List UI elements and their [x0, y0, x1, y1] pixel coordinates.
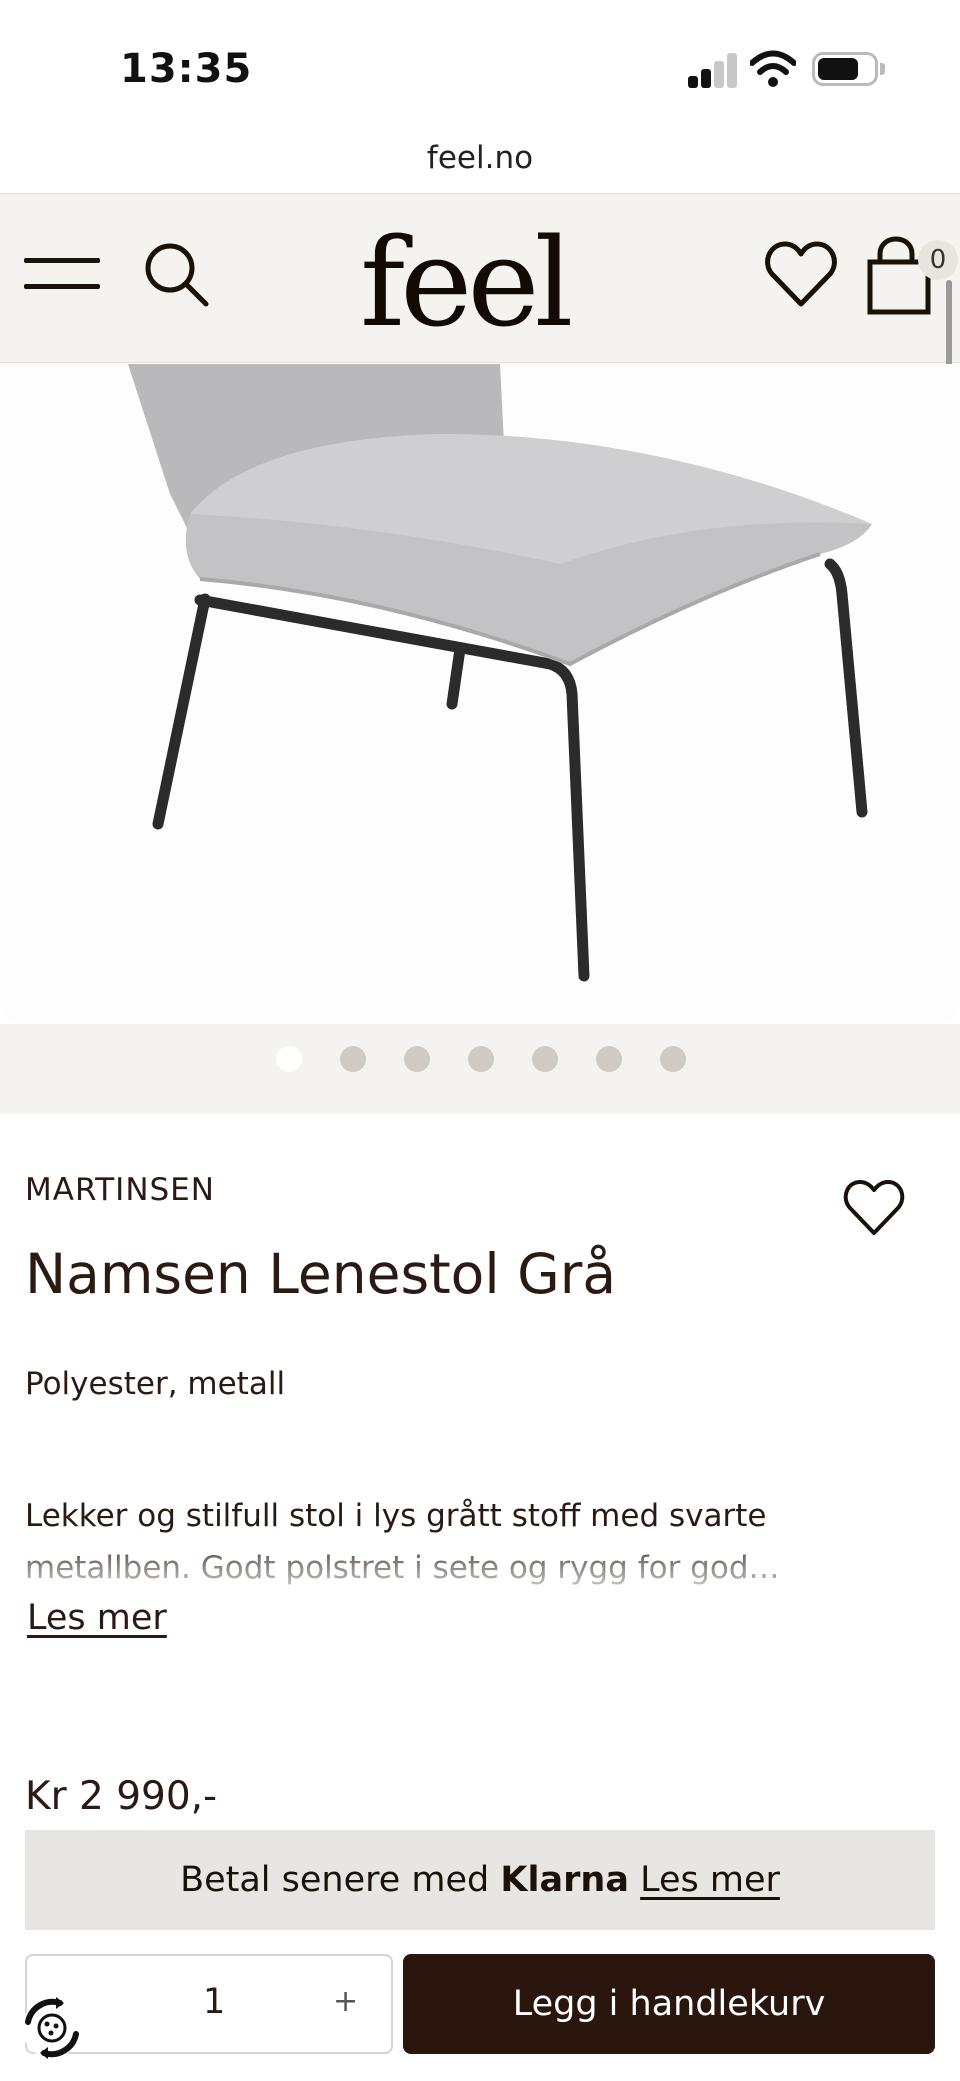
- carousel-dot[interactable]: [340, 1046, 366, 1072]
- browser-url[interactable]: feel.no: [0, 140, 960, 176]
- quantity-plus-button[interactable]: +: [333, 1984, 358, 2019]
- site-logo[interactable]: feel: [360, 222, 574, 344]
- favorite-heart-icon[interactable]: [842, 1178, 906, 1238]
- product-brand[interactable]: MARTINSEN: [25, 1172, 215, 1208]
- search-icon[interactable]: [140, 238, 212, 310]
- quantity-value[interactable]: 1: [203, 1982, 225, 2022]
- status-bar: 13:35 feel.no: [0, 0, 960, 176]
- carousel-dot[interactable]: [596, 1046, 622, 1072]
- carousel-dot[interactable]: [468, 1046, 494, 1072]
- cellular-signal-icon: [688, 52, 738, 88]
- klarna-read-more-link[interactable]: Les mer: [640, 1860, 780, 1900]
- status-time: 13:35: [120, 46, 253, 92]
- cookie-settings-icon[interactable]: [16, 1992, 88, 2064]
- battery-icon: [812, 52, 878, 86]
- product-material: Polyester, metall: [25, 1366, 286, 1402]
- image-carousel-dots: [0, 1024, 960, 1114]
- klarna-brand: Klarna: [500, 1860, 629, 1900]
- klarna-banner: Betal senere med Klarna Les mer: [25, 1830, 935, 1930]
- battery-tip: [880, 63, 885, 75]
- site-header: feel 0: [0, 193, 960, 363]
- cart-count-badge: 0: [918, 240, 958, 280]
- carousel-dot[interactable]: [660, 1046, 686, 1072]
- chair-image: [0, 364, 960, 1024]
- product-info-card: MARTINSEN Namsen Lenestol Grå Polyester,…: [0, 1114, 960, 2081]
- carousel-dot[interactable]: [276, 1046, 302, 1072]
- wifi-icon: [750, 50, 796, 87]
- product-title: Namsen Lenestol Grå: [25, 1242, 617, 1306]
- add-to-cart-button[interactable]: Legg i handlekurv: [403, 1954, 935, 2054]
- wishlist-heart-icon[interactable]: [764, 240, 838, 310]
- carousel-dot[interactable]: [404, 1046, 430, 1072]
- menu-icon[interactable]: [24, 254, 102, 298]
- read-more-link[interactable]: Les mer: [27, 1598, 167, 1638]
- carousel-dot[interactable]: [532, 1046, 558, 1072]
- klarna-text: Betal senere med: [180, 1860, 490, 1900]
- product-price: Kr 2 990,-: [25, 1774, 218, 1819]
- product-image[interactable]: [0, 364, 960, 1024]
- description-fade: [0, 1546, 960, 1602]
